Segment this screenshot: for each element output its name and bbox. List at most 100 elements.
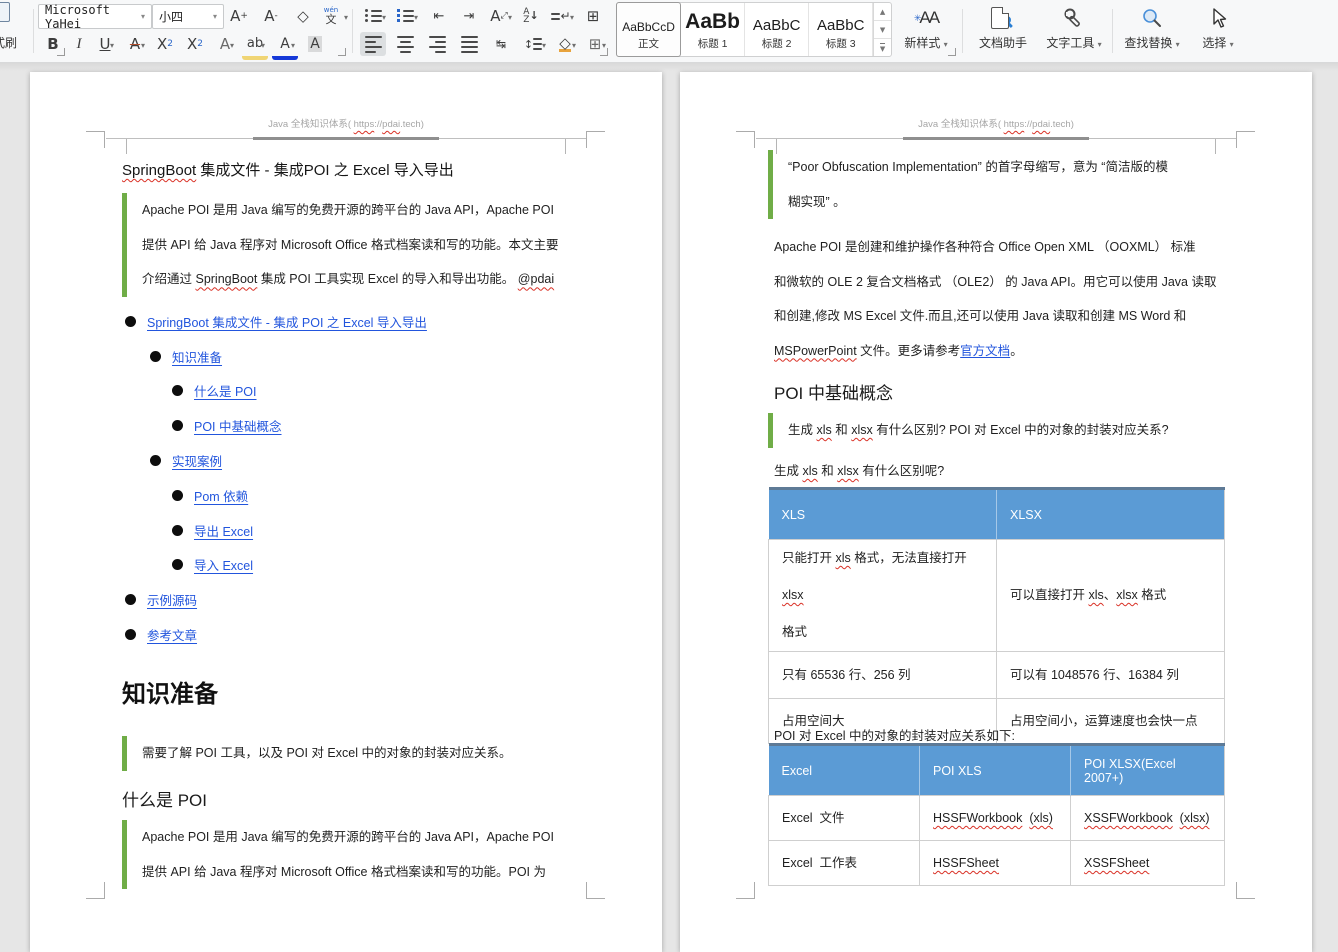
table-row: Excel 工作表HSSFSheetXSSFSheet: [769, 841, 1225, 886]
chevron-down-icon[interactable]: ▾: [542, 41, 546, 50]
page-header: Java 全栈知识体系( https://pdai.tech): [30, 116, 662, 130]
sort-button[interactable]: AZ ↓: [518, 4, 544, 28]
quote-text: Apache POI 是用 Java 编写的免费开源的跨平台的 Java API…: [127, 193, 559, 297]
style-item-标题1[interactable]: AaBb标题 1: [681, 3, 745, 56]
pinyin-guide-button[interactable]: wén文: [318, 4, 344, 28]
heading-1: 知识准备: [122, 674, 218, 709]
clipboard-dialog-launcher[interactable]: [57, 48, 65, 56]
table-cell: HSSFWorkbook (xls): [920, 796, 1071, 841]
chevron-down-icon[interactable]: ▾: [230, 41, 234, 50]
new-style-icon: ✳AA: [894, 3, 958, 33]
xls-xlsx-table: XLSXLSX只能打开 xls 格式，无法直接打开 xlsx格式可以直接打开 x…: [768, 487, 1225, 744]
gallery-more-icon[interactable]: ▼: [874, 39, 891, 56]
table-cell: 只能打开 xls 格式，无法直接打开 xlsx格式: [769, 540, 997, 652]
styles-dialog-launcher[interactable]: [948, 48, 956, 56]
justify-button[interactable]: [456, 32, 482, 56]
character-shading-button[interactable]: A: [302, 32, 328, 56]
font-name-combobox[interactable]: Microsoft YaHei ▾: [38, 4, 152, 29]
font-dialog-launcher[interactable]: [338, 48, 346, 56]
style-item-正文[interactable]: AaBbCcD正文: [616, 2, 681, 57]
style-preview: AaBbCcD: [622, 6, 675, 34]
gallery-scroll-down-icon[interactable]: ▼: [874, 21, 891, 39]
chevron-down-icon[interactable]: ▾: [291, 41, 295, 50]
hyperlink[interactable]: 官方文档: [960, 344, 1010, 358]
table-row: Excel 文件HSSFWorkbook (xls)XSSFWorkbook (…: [769, 796, 1225, 841]
toolbar-separator: [962, 9, 963, 53]
align-center-button[interactable]: [392, 32, 418, 56]
align-right-button[interactable]: [424, 32, 450, 56]
chevron-down-icon[interactable]: ▾: [344, 13, 348, 22]
chevron-down-icon[interactable]: ▾: [141, 41, 145, 50]
column-header: XLSX: [997, 489, 1225, 540]
subscript-button[interactable]: X2: [182, 32, 208, 56]
toc-link[interactable]: 示例源码: [147, 590, 197, 609]
toc-link[interactable]: 导出 Excel: [194, 521, 253, 540]
select-button[interactable]: 选择 ▾: [1192, 3, 1244, 59]
clipboard-group-clipped: 式刷: [0, 0, 30, 62]
style-item-标题2[interactable]: AaBbC标题 2: [745, 3, 809, 56]
quote-block: “Poor Obfuscation Implementation” 的首字母缩写…: [768, 150, 1240, 219]
underline-button[interactable]: U: [92, 32, 118, 56]
decrease-indent-button[interactable]: ⇤: [426, 4, 452, 28]
clear-format-button[interactable]: ◇: [290, 4, 316, 28]
italic-button[interactable]: I: [66, 32, 92, 56]
toc-link[interactable]: Pom 依赖: [194, 486, 248, 505]
table-cell: XSSFSheet: [1071, 841, 1225, 886]
page-1: Java 全栈知识体系( https://pdai.tech) SpringBo…: [30, 72, 662, 952]
margin-mark: [86, 882, 105, 899]
insert-table-button[interactable]: ⊞: [580, 4, 606, 28]
chevron-down-icon[interactable]: ▾: [508, 13, 512, 22]
toc-link[interactable]: POI 中基础概念: [194, 416, 282, 435]
column-header: Excel: [769, 745, 920, 796]
chevron-down-icon[interactable]: ▾: [141, 12, 145, 21]
poi-mapping-table: ExcelPOI XLSPOI XLSX(Excel 2007+)Excel 文…: [768, 743, 1225, 886]
gallery-scroll-up-icon[interactable]: ▲: [874, 3, 891, 21]
chevron-down-icon[interactable]: ▾: [414, 13, 418, 22]
column-header: XLS: [769, 489, 997, 540]
quote-block: 需要了解 POI 工具，以及 POI 对 Excel 中的对象的封装对应关系。: [122, 736, 590, 771]
toc-link[interactable]: 参考文章: [147, 625, 197, 644]
column-header: POI XLSX(Excel 2007+): [1071, 745, 1225, 796]
style-preview: AaBbC: [817, 6, 865, 34]
toc-link[interactable]: 知识准备: [172, 347, 222, 366]
bullet-icon: [172, 490, 183, 501]
increase-indent-button[interactable]: ⇥: [456, 4, 482, 28]
text-tools-button[interactable]: 文字工具 ▾: [1040, 3, 1108, 59]
decrease-font-button[interactable]: A-: [258, 4, 284, 28]
chevron-down-icon[interactable]: ▾: [382, 13, 386, 22]
toc-link[interactable]: 什么是 POI: [194, 381, 257, 400]
toc-link[interactable]: 实现案例: [172, 451, 222, 470]
body-paragraph: Apache POI 是创建和维护操作各种符合 Office Open XML …: [774, 230, 1240, 368]
ribbon-toolbar: 式刷 Microsoft YaHei ▾ 小四 ▾ A+ A- ◇ wén文 ▾…: [0, 0, 1338, 63]
toolbar-separator: [33, 9, 34, 53]
table-header-row: XLSXLSX: [769, 489, 1225, 540]
toc-link[interactable]: 导入 Excel: [194, 555, 253, 574]
chevron-down-icon[interactable]: ▾: [213, 12, 217, 21]
bullet-icon: [172, 420, 183, 431]
align-left-button[interactable]: [360, 32, 386, 56]
format-painter-label[interactable]: 式刷: [0, 34, 17, 51]
style-item-标题3[interactable]: AaBbC 标题 3: [809, 3, 873, 56]
chevron-down-icon[interactable]: ▾: [261, 41, 265, 50]
doc-assistant-button[interactable]: 文档助手: [968, 3, 1038, 59]
table-cell: HSSFSheet: [920, 841, 1071, 886]
toc-item: POI 中基础概念: [122, 408, 602, 443]
font-name-value: Microsoft YaHei: [45, 3, 141, 31]
toolbar-separator: [1112, 9, 1113, 53]
chevron-down-icon[interactable]: ▾: [570, 13, 574, 22]
paragraph-dialog-launcher[interactable]: [600, 48, 608, 56]
data-table: XLSXLSX只能打开 xls 格式，无法直接打开 xlsx格式可以直接打开 x…: [768, 487, 1225, 744]
superscript-button[interactable]: X2: [152, 32, 178, 56]
style-label: 标题 3: [826, 36, 856, 51]
format-painter-icon[interactable]: [0, 2, 10, 22]
quote-block: Apache POI 是用 Java 编写的免费开源的跨平台的 Java API…: [122, 820, 590, 889]
font-size-combobox[interactable]: 小四 ▾: [152, 4, 224, 29]
chevron-down-icon[interactable]: ▾: [572, 41, 576, 50]
increase-font-button[interactable]: A+: [226, 4, 252, 28]
find-replace-button[interactable]: 查找替换 ▾: [1116, 3, 1188, 59]
distribute-button[interactable]: ↹: [488, 32, 514, 56]
toc-link[interactable]: SpringBoot 集成文件 - 集成 POI 之 Excel 导入导出: [147, 312, 427, 331]
chevron-down-icon[interactable]: ▾: [110, 41, 114, 50]
style-label: 标题 1: [698, 36, 728, 51]
text-effects-button[interactable]: A: [212, 32, 238, 56]
